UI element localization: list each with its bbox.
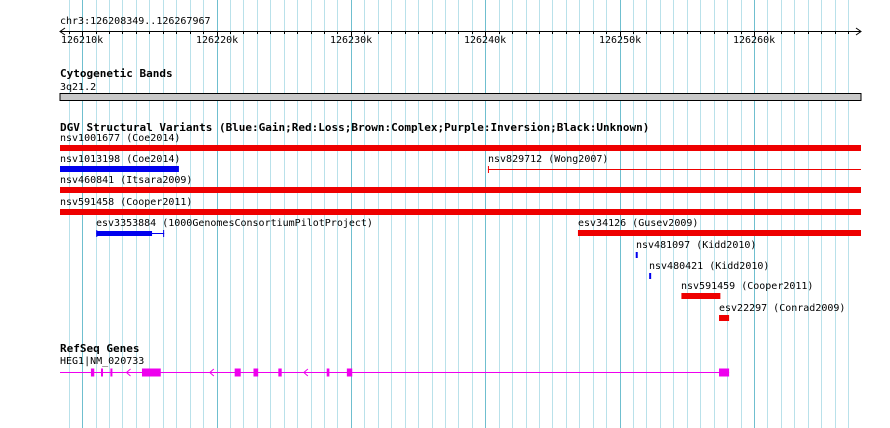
variant-bar (60, 166, 179, 172)
cytoband-bar (59, 93, 862, 101)
gene-exon (110, 368, 113, 377)
track-glyphs (59, 27, 862, 377)
variant-bar (60, 145, 861, 151)
variant-tick (635, 252, 638, 258)
variant-tick (649, 273, 652, 279)
gene-exon (346, 368, 353, 377)
variant-bar (719, 315, 730, 321)
gene-exon (90, 368, 95, 377)
gene-exon (278, 368, 282, 377)
gene-exon (253, 368, 259, 377)
variant-bar (60, 209, 861, 215)
gene-exon (100, 368, 103, 377)
gene-exon (326, 368, 330, 377)
gene-exon (234, 368, 241, 377)
variant-bar (60, 187, 861, 193)
variant-bar (577, 230, 861, 236)
variant-bracket-core (96, 231, 153, 236)
gene-exon (141, 368, 161, 377)
gene-exon (719, 368, 730, 377)
variant-bar (681, 293, 721, 299)
genome-browser-view: chr3:126208349..126267967 126210k 126220k… (0, 0, 890, 428)
